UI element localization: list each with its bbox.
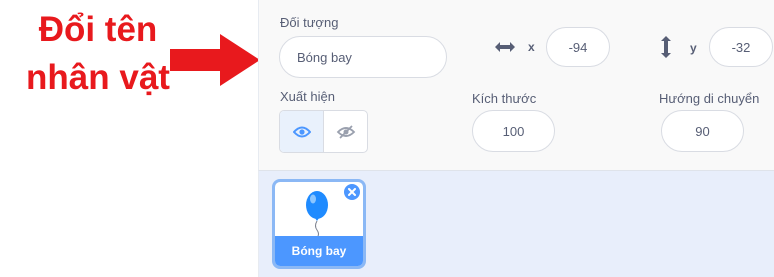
y-position-input[interactable]: -32 bbox=[709, 27, 773, 67]
annotation-line-1: Đổi tên bbox=[38, 10, 158, 49]
object-label: Đối tượng bbox=[280, 15, 339, 30]
close-icon bbox=[348, 188, 356, 196]
direction-label: Hướng di chuyển bbox=[659, 91, 760, 106]
y-label: y bbox=[690, 41, 697, 55]
balloon-icon bbox=[306, 191, 328, 239]
red-arrow-icon bbox=[170, 34, 260, 86]
eye-icon bbox=[292, 126, 311, 137]
x-position-input[interactable]: -94 bbox=[546, 27, 610, 67]
eye-slash-icon bbox=[336, 124, 355, 139]
x-label: x bbox=[528, 40, 535, 54]
hide-sprite-button[interactable] bbox=[324, 111, 367, 152]
size-label: Kích thước bbox=[472, 91, 537, 106]
size-input[interactable]: 100 bbox=[472, 110, 555, 152]
sprite-list-area: Bóng bay bbox=[258, 170, 774, 277]
direction-input[interactable]: 90 bbox=[661, 110, 744, 152]
sprite-tile[interactable]: Bóng bay bbox=[272, 179, 366, 269]
delete-sprite-button[interactable] bbox=[344, 184, 360, 200]
visibility-toggle-group bbox=[279, 110, 368, 153]
vertical-arrows-icon bbox=[661, 36, 671, 58]
show-sprite-button[interactable] bbox=[280, 111, 324, 152]
annotation-line-2: nhân vật bbox=[26, 58, 170, 97]
sprite-info-panel: Đối tượng Bóng bay x -94 y -32 Xuất hiện… bbox=[258, 0, 774, 170]
sprite-name-input[interactable]: Bóng bay bbox=[279, 36, 447, 78]
sprite-tile-name: Bóng bay bbox=[275, 236, 363, 266]
show-label: Xuất hiện bbox=[280, 89, 335, 104]
horizontal-arrows-icon bbox=[495, 42, 515, 52]
annotation-text: Đổi tên nhân vật bbox=[8, 6, 188, 102]
